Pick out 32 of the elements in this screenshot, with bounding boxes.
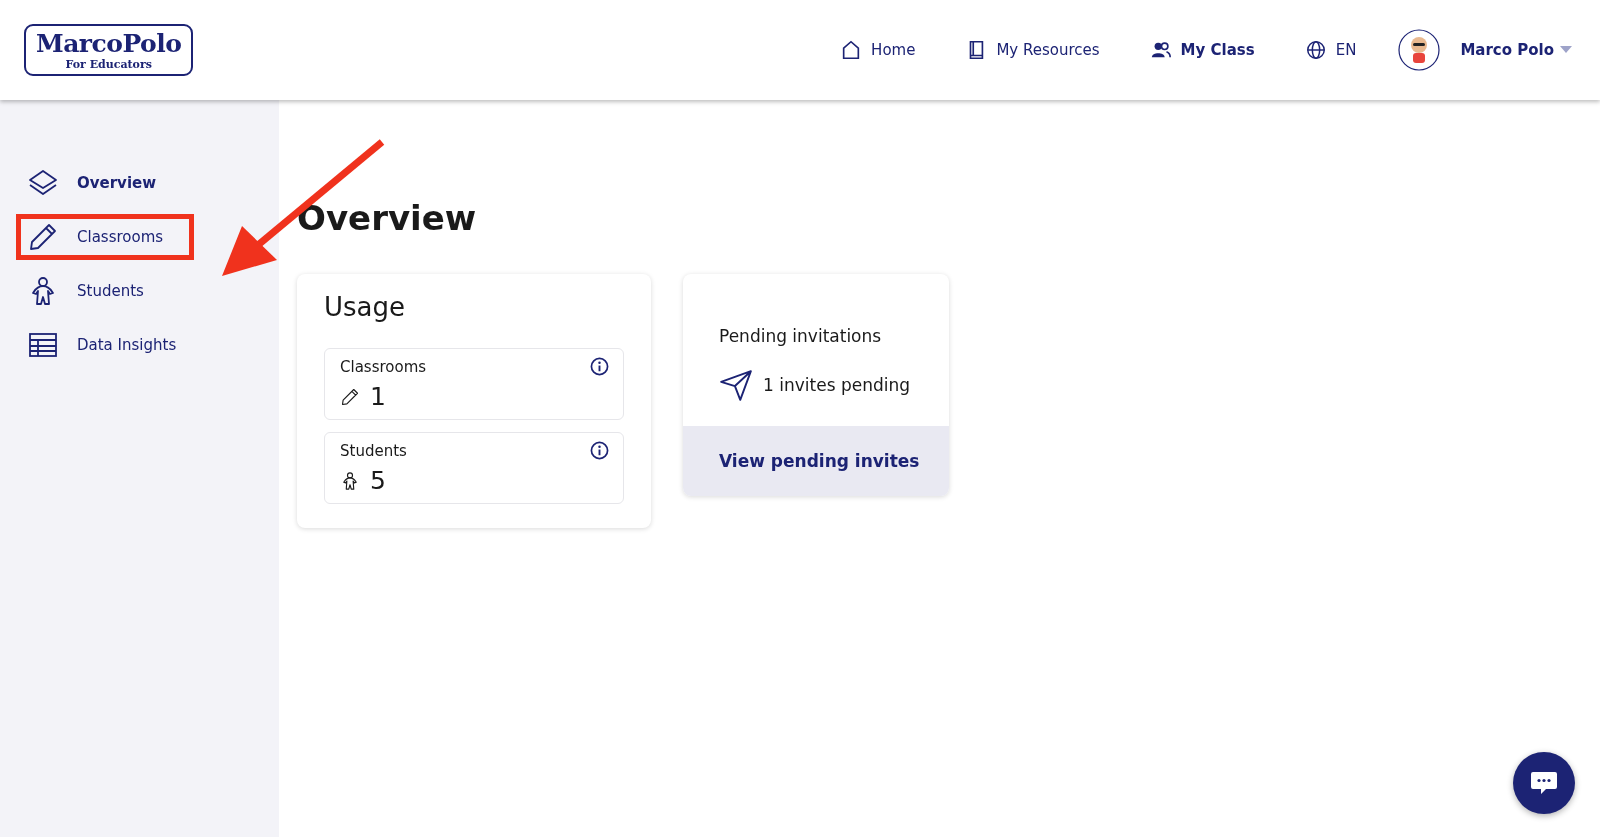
caret-icon [1560, 46, 1572, 54]
stat-value: 1 [370, 382, 386, 411]
chat-icon [1530, 770, 1558, 796]
user-menu[interactable]: Marco Polo [1456, 37, 1576, 63]
person-icon [340, 470, 360, 491]
avatar-icon[interactable] [1398, 29, 1441, 71]
nav-link[interactable]: My Resources [965, 39, 1100, 61]
view-invites-link[interactable]: View pending invites [683, 426, 949, 496]
card-title: Pending invitations [719, 326, 883, 346]
sidebar-item[interactable]: Data Insights [16, 322, 192, 368]
nav-link[interactable]: My Class [1149, 39, 1255, 61]
pending-count: 1 invites pending [763, 375, 910, 395]
nav-link[interactable]: Home [840, 39, 916, 61]
chat-button[interactable] [1513, 752, 1575, 814]
sidebar-item[interactable]: Classrooms [16, 214, 195, 260]
pencil-icon [340, 386, 360, 407]
logo[interactable]: MarcoPolo For Educators [24, 24, 194, 76]
globe-icon [1304, 39, 1327, 61]
logo-subtitle: For Educators [65, 57, 152, 71]
page-title: Overview [297, 198, 478, 238]
stat-value: 5 [370, 466, 386, 495]
logo-title: MarcoPolo [36, 30, 182, 58]
info-icon[interactable] [590, 441, 609, 460]
send-icon [719, 368, 753, 402]
sidebar-item[interactable]: Students [16, 268, 159, 314]
sidebar-item[interactable]: Overview [16, 160, 172, 206]
stat-label: Students [340, 441, 407, 460]
info-icon[interactable] [590, 357, 609, 376]
nav-link[interactable]: EN [1304, 39, 1357, 61]
stat-label: Classrooms [340, 357, 427, 376]
card-title: Usage [324, 292, 406, 322]
pencil-icon [27, 221, 59, 253]
